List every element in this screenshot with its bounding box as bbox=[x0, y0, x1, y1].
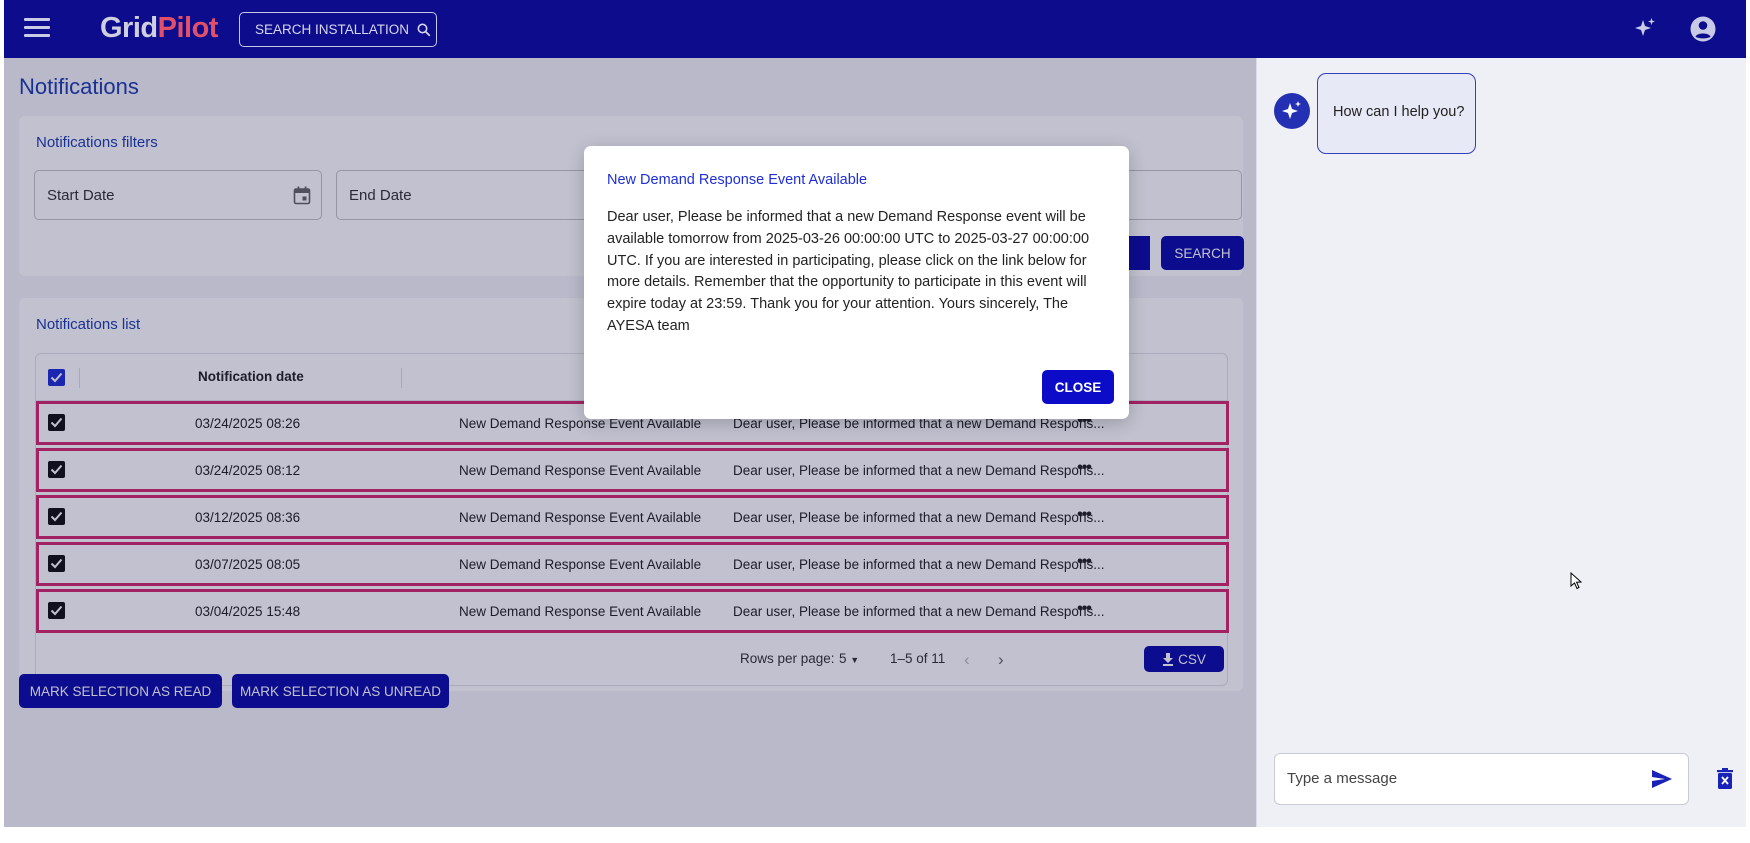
menu-icon[interactable] bbox=[24, 18, 50, 40]
delete-icon[interactable] bbox=[1715, 768, 1735, 790]
dialog-body: Dear user, Please be informed that a new… bbox=[607, 209, 1090, 334]
logo-grid-text: Grid bbox=[100, 12, 158, 44]
assistant-avatar bbox=[1274, 93, 1310, 129]
assistant-panel: How can I help you? Type a message bbox=[1256, 58, 1746, 827]
notification-dialog: New Demand Response Event Available Dear… bbox=[584, 146, 1129, 419]
app-window: GridPilot SEARCH INSTALLATION Notificati… bbox=[4, 0, 1746, 827]
send-icon[interactable] bbox=[1650, 768, 1674, 790]
logo-pilot-text: Pilot bbox=[157, 12, 219, 44]
search-installation-button[interactable]: SEARCH INSTALLATION bbox=[239, 12, 437, 47]
search-installation-label: SEARCH INSTALLATION bbox=[255, 22, 410, 37]
close-button[interactable]: CLOSE bbox=[1042, 370, 1114, 404]
sparkle-icon bbox=[1282, 101, 1301, 119]
sparkle-icon[interactable] bbox=[1632, 16, 1658, 42]
top-app-bar: GridPilot SEARCH INSTALLATION bbox=[4, 0, 1746, 58]
message-input[interactable]: Type a message bbox=[1274, 753, 1689, 805]
search-icon bbox=[417, 23, 431, 36]
mouse-cursor-icon bbox=[1570, 572, 1582, 590]
app-logo[interactable]: GridPilot bbox=[100, 12, 218, 45]
assistant-message: How can I help you? bbox=[1317, 73, 1476, 154]
account-icon[interactable] bbox=[1688, 14, 1718, 44]
message-input-placeholder: Type a message bbox=[1287, 770, 1398, 787]
dialog-title: New Demand Response Event Available bbox=[607, 172, 868, 188]
